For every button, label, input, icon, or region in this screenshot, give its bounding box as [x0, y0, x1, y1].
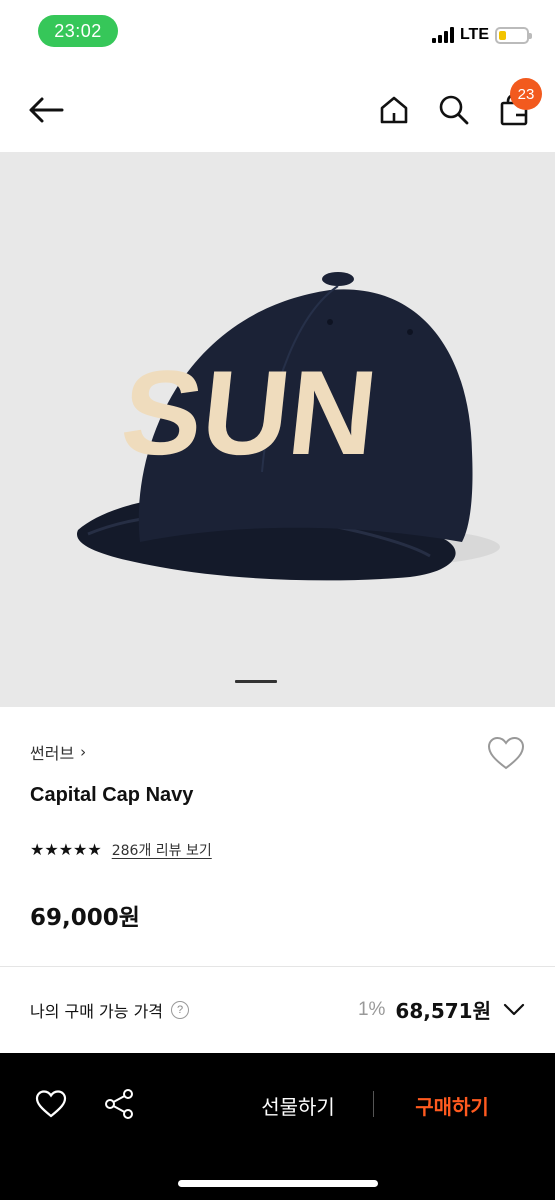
bottom-wishlist-button[interactable]: [30, 1083, 72, 1125]
cart-count-badge: 23: [510, 78, 542, 110]
brand-name: 썬러브: [30, 744, 75, 763]
home-button[interactable]: [372, 88, 416, 132]
svg-text:SUN: SUN: [116, 346, 383, 480]
heart-icon: [487, 736, 525, 770]
heart-icon: [35, 1090, 67, 1118]
star-rating: ★★★★★: [30, 842, 102, 858]
share-icon: [105, 1089, 133, 1119]
discount-rate: 1%: [357, 998, 386, 1020]
purchase-bar: 선물하기 구매하기: [0, 1053, 555, 1200]
product-image: SUN: [76, 272, 500, 581]
carousel-indicator: [235, 680, 277, 683]
product-image-carousel[interactable]: SUN: [0, 152, 555, 707]
home-indicator: [178, 1180, 378, 1187]
search-icon: [439, 95, 469, 125]
network-label: LTE: [459, 26, 489, 43]
wishlist-button[interactable]: [486, 734, 526, 774]
review-link[interactable]: 286개 리뷰 보기: [112, 840, 212, 860]
share-button[interactable]: [98, 1083, 140, 1125]
rating-row: ★★★★★ 286개 리뷰 보기: [30, 840, 212, 860]
my-price-value: 68,571원: [395, 999, 491, 1023]
cap-logo: SUN: [116, 346, 383, 480]
home-icon: [380, 96, 408, 124]
back-arrow-icon: [29, 97, 64, 123]
my-price-row[interactable]: 나의 구매 가능 가격 ? 1% 68,571원: [0, 967, 555, 1053]
status-bar: 23:02 LTE: [0, 0, 555, 64]
signal-icon: [431, 27, 454, 43]
back-button[interactable]: [24, 88, 68, 132]
chevron-down-icon[interactable]: [501, 997, 527, 1023]
help-icon[interactable]: ?: [171, 1001, 190, 1019]
battery-icon: [495, 26, 532, 44]
gift-button[interactable]: 선물하기: [238, 1085, 358, 1125]
star-icons: ★★★★★: [30, 840, 102, 859]
my-price-label-text: 나의 구매 가능 가격: [30, 1002, 164, 1021]
status-time: 23:02: [38, 15, 118, 47]
my-price-label: 나의 구매 가능 가격 ?: [30, 998, 190, 1022]
search-button[interactable]: [432, 88, 476, 132]
status-indicators: LTE: [431, 24, 532, 46]
brand-link[interactable]: 썬러브 ›: [30, 740, 86, 764]
buy-button[interactable]: 구매하기: [392, 1085, 512, 1125]
my-price-summary: 1% 68,571원: [358, 995, 527, 1024]
chevron-right-icon: ›: [80, 743, 87, 761]
button-separator: [373, 1091, 374, 1117]
product-price: 69,000원: [30, 905, 140, 931]
top-nav: [0, 64, 555, 152]
product-name: Capital Cap Navy: [30, 784, 194, 806]
